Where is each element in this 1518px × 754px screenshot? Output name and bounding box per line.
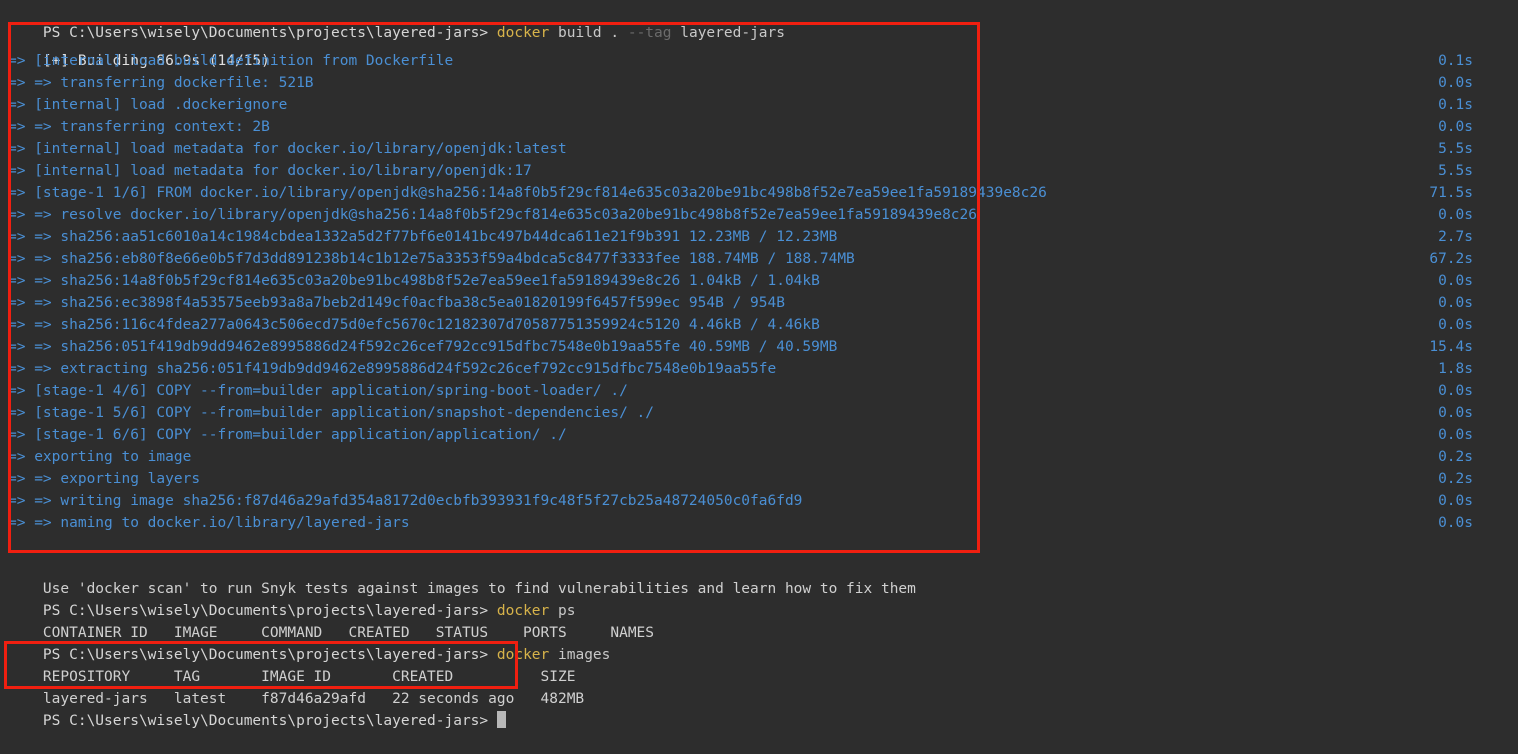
build-step-duration: 0.0s <box>1438 317 1473 333</box>
build-step-text: => => sha256:eb80f8e66e0b5f7d3dd891238b1… <box>8 251 855 267</box>
build-header: [+] Building 86.9s (14/15) <box>0 28 270 69</box>
build-step-duration: 0.0s <box>1438 207 1473 223</box>
build-step-duration: 0.0s <box>1438 493 1473 509</box>
build-step-duration: 1.8s <box>1438 361 1473 377</box>
build-step-line: => => exporting layers 0.2s <box>0 468 1518 490</box>
command-line-images: PS C:\Users\wisely\Documents\projects\la… <box>0 622 610 663</box>
build-step-line: => => sha256:eb80f8e66e0b5f7d3dd891238b1… <box>0 248 1518 270</box>
build-step-text: => [internal] load metadata for docker.i… <box>8 163 532 179</box>
build-step-text: => [stage-1 4/6] COPY --from=builder app… <box>8 383 628 399</box>
build-flag: --tag <box>627 25 672 41</box>
build-step-line: => => sha256:14a8f0b5f29cf814e635c03a20b… <box>0 270 1518 292</box>
build-step-text: => [stage-1 6/6] COPY --from=builder app… <box>8 427 567 443</box>
build-step-text: => => extracting sha256:051f419db9dd9462… <box>8 361 777 377</box>
build-step-line: => => naming to docker.io/library/layere… <box>0 512 1518 534</box>
prompt-path-final: PS C:\Users\wisely\Documents\projects\la… <box>42 713 489 729</box>
terminal-window[interactable]: PS C:\Users\wisely\Documents\projects\la… <box>0 0 1518 729</box>
build-step-line: => => transferring dockerfile: 521B 0.0s <box>0 72 1518 94</box>
build-step-line: => [stage-1 4/6] COPY --from=builder app… <box>0 380 1518 402</box>
build-step-duration: 0.0s <box>1438 383 1473 399</box>
build-step-text: => [stage-1 1/6] FROM docker.io/library/… <box>8 185 1047 201</box>
build-step-line: => => sha256:051f419db9dd9462e8995886d24… <box>0 336 1518 358</box>
build-step-text: => => sha256:aa51c6010a14c1984cbdea1332a… <box>8 229 838 245</box>
build-step-duration: 0.2s <box>1438 449 1473 465</box>
build-step-text: => => sha256:14a8f0b5f29cf814e635c03a20b… <box>8 273 820 289</box>
build-step-line: => => resolve docker.io/library/openjdk@… <box>0 204 1518 226</box>
build-step-duration: 0.0s <box>1438 515 1473 531</box>
docker-keyword: docker <box>496 25 550 41</box>
build-step-duration: 0.0s <box>1438 75 1473 91</box>
build-step-text: => => exporting layers <box>8 471 201 487</box>
build-step-duration: 2.7s <box>1438 229 1473 245</box>
build-step-line: => => writing image sha256:f87d46a29afd3… <box>0 490 1518 512</box>
build-step-line: => [internal] load metadata for docker.i… <box>0 138 1518 160</box>
build-step-line: => [internal] load .dockerignore 0.1s <box>0 94 1518 116</box>
build-step-line: => => transferring context: 2B 0.0s <box>0 116 1518 138</box>
build-step-duration: 71.5s <box>1429 185 1473 201</box>
ps-table-header: CONTAINER ID IMAGE COMMAND CREATED STATU… <box>0 600 654 641</box>
command-line-final[interactable]: PS C:\Users\wisely\Documents\projects\la… <box>0 688 506 729</box>
build-step-duration: 0.0s <box>1438 119 1473 135</box>
build-step-text: => exporting to image <box>8 449 192 465</box>
build-step-line: => [stage-1 5/6] COPY --from=builder app… <box>0 402 1518 424</box>
build-step-text: => => transferring context: 2B <box>8 119 270 135</box>
build-step-duration: 0.1s <box>1438 97 1473 113</box>
build-step-text: => => sha256:116c4fdea277a0643c506ecd75d… <box>8 317 820 333</box>
command-line-ps: PS C:\Users\wisely\Documents\projects\la… <box>0 578 576 619</box>
build-step-duration: 0.0s <box>1438 295 1473 311</box>
build-step-text: => [internal] load metadata for docker.i… <box>8 141 567 157</box>
build-step-line: => => sha256:aa51c6010a14c1984cbdea1332a… <box>0 226 1518 248</box>
build-step-line: => [internal] load metadata for docker.i… <box>0 160 1518 182</box>
build-step-line: => => sha256:ec3898f4a53575eeb93a8a7beb2… <box>0 292 1518 314</box>
build-step-line: => [stage-1 6/6] COPY --from=builder app… <box>0 424 1518 446</box>
build-step-text: => => naming to docker.io/library/layere… <box>8 515 410 531</box>
build-step-duration: 0.0s <box>1438 405 1473 421</box>
build-step-text: => [internal] load .dockerignore <box>8 97 288 113</box>
build-step-text: => => resolve docker.io/library/openjdk@… <box>8 207 978 223</box>
build-step-text: => => writing image sha256:f87d46a29afd3… <box>8 493 803 509</box>
build-flag-value: layered-jars <box>680 25 785 41</box>
build-step-duration: 5.5s <box>1438 141 1473 157</box>
build-step-text: => [internal] load build definition from… <box>8 53 454 69</box>
build-step-duration: 15.4s <box>1429 339 1473 355</box>
images-table-header: REPOSITORY TAG IMAGE ID CREATED SIZE <box>0 644 576 685</box>
build-args: build . <box>558 25 620 41</box>
build-step-text: => => transferring dockerfile: 521B <box>8 75 314 91</box>
build-step-line: => exporting to image 0.2s <box>0 446 1518 468</box>
scan-hint: Use 'docker scan' to run Snyk tests agai… <box>0 556 916 597</box>
build-step-line: => [internal] load build definition from… <box>0 50 1518 72</box>
build-step-text: => => sha256:ec3898f4a53575eeb93a8a7beb2… <box>8 295 785 311</box>
build-step-duration: 0.0s <box>1438 273 1473 289</box>
build-step-line: => => extracting sha256:051f419db9dd9462… <box>0 358 1518 380</box>
build-step-line: => => sha256:116c4fdea277a0643c506ecd75d… <box>0 314 1518 336</box>
build-step-duration: 5.5s <box>1438 163 1473 179</box>
text-cursor <box>496 711 506 728</box>
table-row: layered-jars latest f87d46a29afd 22 seco… <box>0 666 584 707</box>
command-line-build: PS C:\Users\wisely\Documents\projects\la… <box>0 0 785 41</box>
build-step-line: => [stage-1 1/6] FROM docker.io/library/… <box>0 182 1518 204</box>
build-step-text: => => sha256:051f419db9dd9462e8995886d24… <box>8 339 838 355</box>
build-step-duration: 0.0s <box>1438 427 1473 443</box>
build-step-text: => [stage-1 5/6] COPY --from=builder app… <box>8 405 655 421</box>
build-step-duration: 67.2s <box>1429 251 1473 267</box>
build-step-duration: 0.2s <box>1438 471 1473 487</box>
build-step-duration: 0.1s <box>1438 53 1473 69</box>
